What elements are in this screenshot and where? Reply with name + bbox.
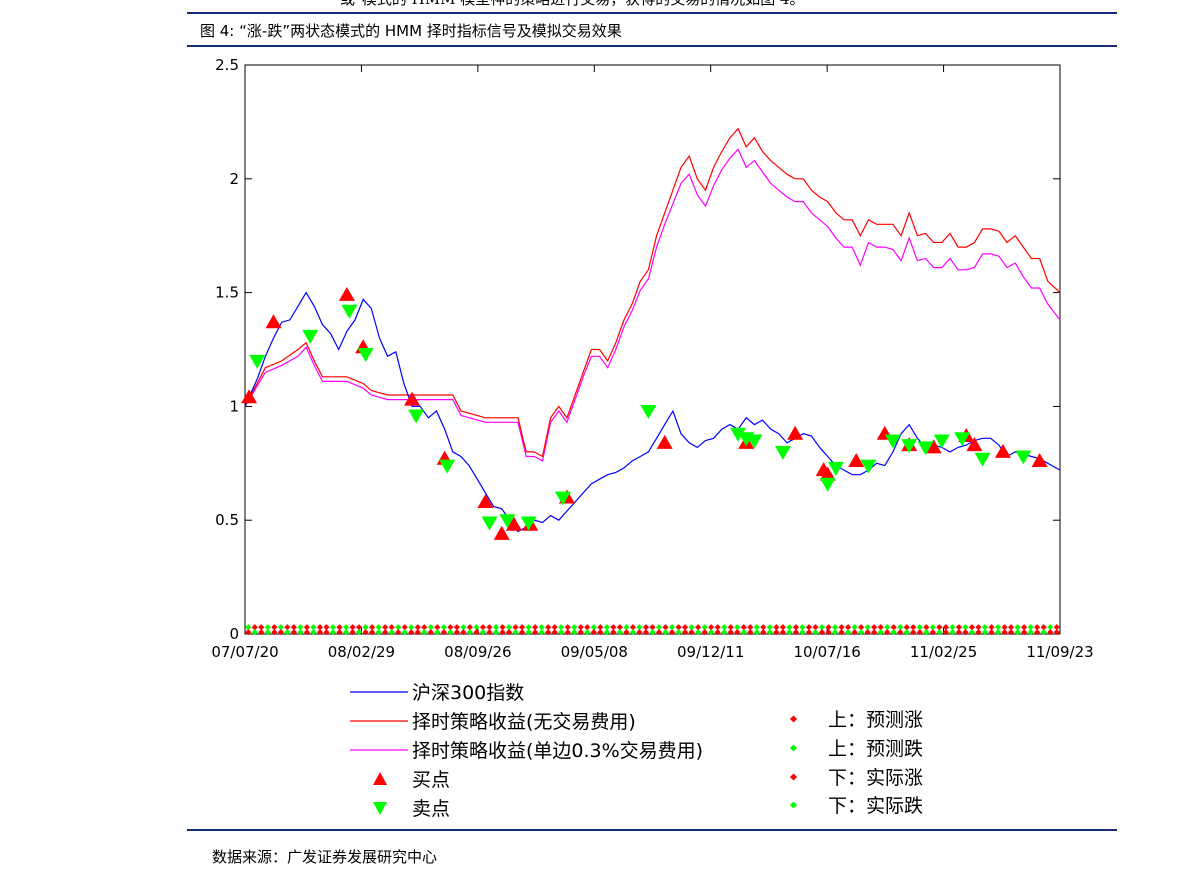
- legend-sell-swatch: [373, 802, 387, 815]
- sell-point-marker: [974, 452, 991, 467]
- x-tick-label: 07/07/20: [211, 643, 278, 661]
- sell-point-marker: [341, 304, 358, 319]
- series-line-2: [244, 148, 1061, 462]
- x-tick-label: 11/02/25: [910, 643, 977, 661]
- buy-point-marker: [994, 443, 1011, 458]
- series-line-0: [244, 291, 1061, 533]
- y-tick-label: 2: [229, 170, 239, 188]
- sell-point-marker: [640, 404, 657, 419]
- buy-point-marker: [787, 425, 804, 440]
- y-tick-label: 2.5: [215, 56, 239, 74]
- x-tick-label: 08/02/29: [328, 643, 395, 661]
- sell-point-marker: [1015, 450, 1032, 465]
- legend-label: 择时策略收益(单边0.3%交易费用): [412, 740, 703, 762]
- legend-signal-swatch: [789, 715, 798, 723]
- sell-point-marker: [774, 445, 791, 460]
- buy-point-marker: [1031, 453, 1048, 468]
- x-tick-label: 09/12/11: [677, 643, 744, 661]
- legend-signal-label: 下：实际跌: [828, 795, 923, 817]
- x-tick-label: 11/09/23: [1026, 643, 1093, 661]
- legend-label: 择时策略收益(无交易费用): [412, 711, 636, 733]
- sell-point-marker: [408, 409, 425, 424]
- legend-label: 沪深300指数: [412, 682, 524, 704]
- sell-point-marker: [357, 348, 374, 363]
- sell-point-marker: [439, 459, 456, 474]
- buy-point-marker: [338, 286, 355, 301]
- sell-point-marker: [884, 434, 901, 449]
- legend-signal-swatch: [789, 801, 798, 809]
- sell-point-marker: [819, 477, 836, 492]
- sell-point-marker: [302, 329, 319, 344]
- sell-point-marker: [481, 516, 498, 531]
- legend-signal-swatch: [789, 773, 798, 781]
- buy-point-marker: [656, 434, 673, 449]
- legend-signal-label: 上：预测涨: [828, 709, 923, 731]
- y-tick-label: 0: [229, 625, 239, 643]
- buy-point-marker: [404, 391, 421, 406]
- legend-signal-label: 下：实际涨: [828, 767, 923, 789]
- buy-point-marker: [477, 493, 494, 508]
- x-tick-label: 10/07/16: [793, 643, 860, 661]
- x-tick-label: 08/09/26: [444, 643, 511, 661]
- legend-buy-swatch: [373, 772, 387, 785]
- hmm-timing-chart: 0 0.5 1 1.5 2 2.5 07/07/20 08/02/29 08/09/26 09/0…: [211, 56, 1093, 820]
- y-tick-label: 1: [229, 397, 239, 415]
- y-tick-label: 1.5: [215, 284, 239, 302]
- legend-signal-label: 上：预测跌: [828, 738, 923, 760]
- legend-signal-swatch: [789, 744, 798, 752]
- buy-point-marker: [265, 314, 282, 329]
- legend-label: 买点: [412, 769, 450, 791]
- legend-label: 卖点: [412, 798, 450, 820]
- y-tick-label: 0.5: [215, 511, 239, 529]
- x-tick-label: 09/05/08: [561, 643, 628, 661]
